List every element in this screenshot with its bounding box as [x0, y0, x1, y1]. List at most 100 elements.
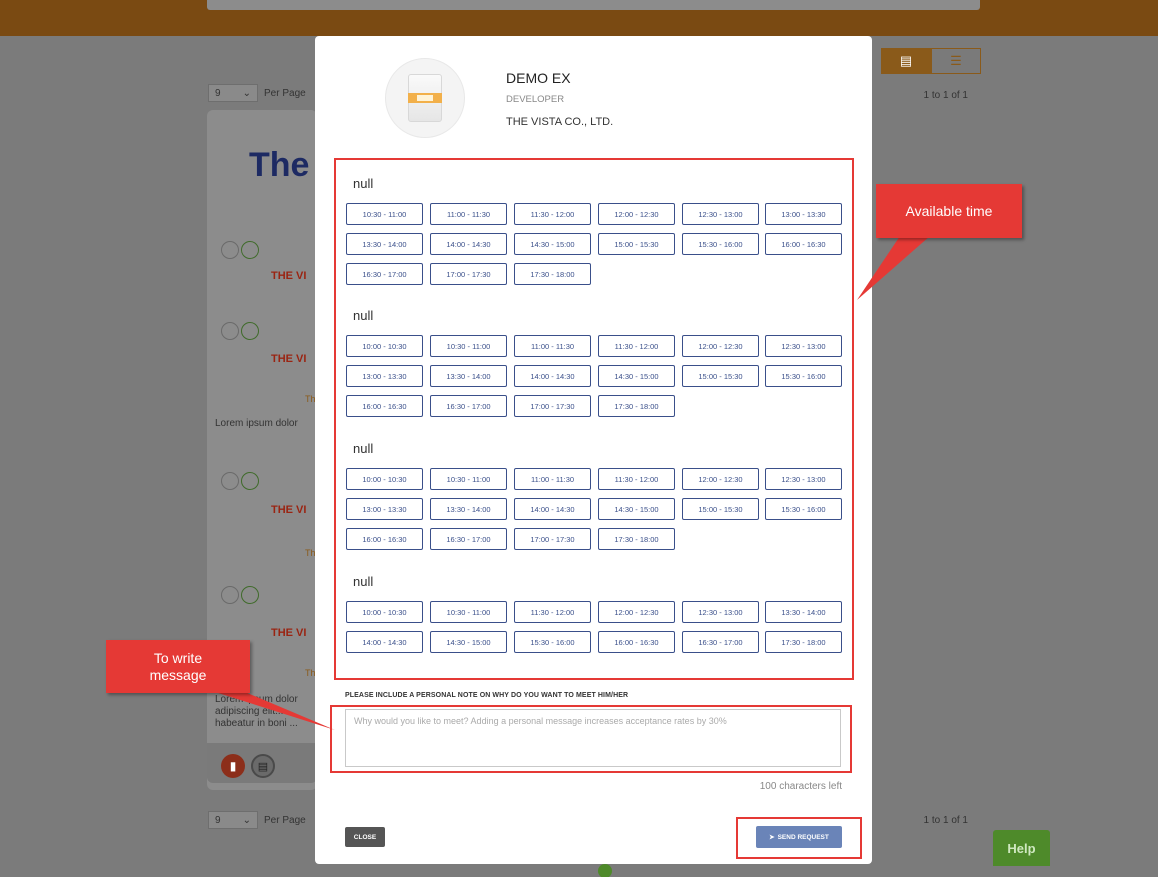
- per-page-select[interactable]: 9 ⌄: [208, 84, 258, 102]
- time-slot-button[interactable]: 16:00 - 16:30: [765, 233, 842, 255]
- chevron-down-icon: ⌄: [242, 87, 251, 99]
- circle-icon: [221, 322, 239, 340]
- time-slot-button[interactable]: 13:30 - 14:00: [346, 233, 423, 255]
- time-slot-button[interactable]: 15:00 - 15:30: [682, 498, 759, 520]
- profile-company: THE VISTA CO., LTD.: [506, 116, 614, 128]
- time-slot-button[interactable]: 12:00 - 12:30: [682, 468, 759, 490]
- description-text: Lorem ipsum dolor: [215, 418, 298, 429]
- product-pack-icon: [408, 74, 442, 122]
- page-count-top: 1 to 1 of 1: [923, 90, 968, 101]
- time-slot-button[interactable]: 16:30 - 17:00: [346, 263, 423, 285]
- characters-left: 100 characters left: [759, 781, 842, 792]
- company-name: THE VI: [271, 353, 307, 365]
- time-slot-button[interactable]: 12:00 - 12:30: [598, 203, 675, 225]
- profile-name: DEMO EX: [506, 70, 571, 86]
- check-circle-icon: [241, 241, 259, 259]
- time-slot-button[interactable]: 15:30 - 16:00: [514, 631, 591, 653]
- check-circle-icon: [241, 322, 259, 340]
- circle-icon: [221, 586, 239, 604]
- time-slot-button[interactable]: 16:30 - 17:00: [682, 631, 759, 653]
- time-slot-button[interactable]: 17:30 - 18:00: [765, 631, 842, 653]
- card-view-icon[interactable]: ▤: [881, 48, 931, 74]
- meeting-request-modal: DEMO EX DEVELOPER THE VISTA CO., LTD. nu…: [315, 36, 872, 864]
- time-slot-button[interactable]: 14:00 - 14:30: [430, 233, 507, 255]
- send-request-button[interactable]: ➤ SEND REQUEST: [756, 826, 842, 848]
- time-slot-button[interactable]: 12:30 - 13:00: [682, 203, 759, 225]
- time-slot-button[interactable]: 14:30 - 15:00: [514, 233, 591, 255]
- time-slot-button[interactable]: 11:00 - 11:30: [514, 468, 591, 490]
- time-slot-button[interactable]: 11:00 - 11:30: [514, 335, 591, 357]
- time-slot-button[interactable]: 17:30 - 18:00: [598, 395, 675, 417]
- time-slot-button[interactable]: 11:00 - 11:30: [430, 203, 507, 225]
- time-slot-button[interactable]: 10:30 - 11:00: [430, 468, 507, 490]
- time-slot-button[interactable]: 15:30 - 16:00: [682, 233, 759, 255]
- time-slot-button[interactable]: 14:30 - 15:00: [598, 365, 675, 387]
- time-slot-button[interactable]: 17:00 - 17:30: [514, 395, 591, 417]
- time-slot-button[interactable]: 15:00 - 15:30: [598, 233, 675, 255]
- bookmark-icon[interactable]: ▮: [221, 754, 245, 778]
- time-slot-button[interactable]: 10:30 - 11:00: [430, 335, 507, 357]
- time-slot-button[interactable]: 15:30 - 16:00: [765, 498, 842, 520]
- time-slot-button[interactable]: 13:00 - 13:30: [765, 203, 842, 225]
- time-slot-button[interactable]: 13:00 - 13:30: [346, 365, 423, 387]
- scroll-indicator[interactable]: [598, 864, 612, 877]
- time-slot-button[interactable]: 10:30 - 11:00: [346, 203, 423, 225]
- description-text: Lorem ipsum dolor adipiscing elit... hab…: [215, 694, 298, 729]
- time-slot-button[interactable]: 16:30 - 17:00: [430, 528, 507, 550]
- small-text: Th: [305, 668, 316, 678]
- available-time-callout: Available time: [876, 184, 1022, 238]
- time-slot-button[interactable]: 16:30 - 17:00: [430, 395, 507, 417]
- time-slot-button[interactable]: 12:00 - 12:30: [598, 601, 675, 623]
- time-slot-button[interactable]: 13:30 - 14:00: [430, 498, 507, 520]
- top-search-bar: [207, 0, 980, 10]
- book-icon[interactable]: ▤: [251, 754, 275, 778]
- time-slot-button[interactable]: 17:30 - 18:00: [514, 263, 591, 285]
- view-toggle[interactable]: ▤ ☰: [881, 48, 981, 74]
- chevron-down-icon: ⌄: [242, 814, 251, 826]
- time-slot-button[interactable]: 11:30 - 12:00: [598, 335, 675, 357]
- time-slot-button[interactable]: 16:00 - 16:30: [346, 528, 423, 550]
- time-slot-button[interactable]: 14:30 - 15:00: [430, 631, 507, 653]
- time-slot-button[interactable]: 17:30 - 18:00: [598, 528, 675, 550]
- time-slot-button[interactable]: 12:30 - 13:00: [765, 468, 842, 490]
- schedule-day-title: null: [353, 176, 374, 191]
- time-slot-button[interactable]: 11:30 - 12:00: [598, 468, 675, 490]
- personal-note-input[interactable]: [345, 709, 841, 767]
- time-slot-button[interactable]: 12:30 - 13:00: [682, 601, 759, 623]
- per-page-selector-bottom[interactable]: 9 ⌄ Per Page: [208, 811, 306, 829]
- time-slot-button[interactable]: 17:00 - 17:30: [514, 528, 591, 550]
- time-slot-button[interactable]: 10:00 - 10:30: [346, 468, 423, 490]
- company-name: THE VI: [271, 270, 307, 282]
- per-page-value: 9: [215, 814, 221, 826]
- time-slot-button[interactable]: 11:30 - 12:00: [514, 601, 591, 623]
- time-slot-button[interactable]: 10:00 - 10:30: [346, 335, 423, 357]
- schedule-day-title: null: [353, 574, 374, 589]
- time-slot-button[interactable]: 12:00 - 12:30: [682, 335, 759, 357]
- close-label: CLOSE: [353, 833, 377, 841]
- time-slot-button[interactable]: 10:30 - 11:00: [430, 601, 507, 623]
- close-button[interactable]: CLOSE: [345, 827, 385, 847]
- time-slot-button[interactable]: 16:00 - 16:30: [346, 395, 423, 417]
- time-slot-button[interactable]: 11:30 - 12:00: [514, 203, 591, 225]
- small-text: Th: [305, 548, 316, 558]
- list-view-icon[interactable]: ☰: [931, 48, 981, 74]
- time-slot-button[interactable]: 12:30 - 13:00: [765, 335, 842, 357]
- time-slot-button[interactable]: 16:00 - 16:30: [598, 631, 675, 653]
- time-slot-button[interactable]: 14:00 - 14:30: [514, 365, 591, 387]
- time-slot-button[interactable]: 17:00 - 17:30: [430, 263, 507, 285]
- time-slot-button[interactable]: 13:00 - 13:30: [346, 498, 423, 520]
- help-button[interactable]: Help: [993, 830, 1050, 866]
- time-slot-button[interactable]: 10:00 - 10:30: [346, 601, 423, 623]
- circle-icon: [221, 472, 239, 490]
- per-page-selector-top[interactable]: 9 ⌄ Per Page: [208, 84, 306, 102]
- note-label: PLEASE INCLUDE A PERSONAL NOTE ON WHY DO…: [345, 692, 629, 699]
- time-slot-button[interactable]: 14:00 - 14:30: [346, 631, 423, 653]
- time-slot-button[interactable]: 14:30 - 15:00: [598, 498, 675, 520]
- per-page-select[interactable]: 9 ⌄: [208, 811, 258, 829]
- time-slot-button[interactable]: 13:30 - 14:00: [765, 601, 842, 623]
- time-slot-button[interactable]: 15:00 - 15:30: [682, 365, 759, 387]
- time-slot-button[interactable]: 14:00 - 14:30: [514, 498, 591, 520]
- time-slot-button[interactable]: 13:30 - 14:00: [430, 365, 507, 387]
- time-slot-button[interactable]: 15:30 - 16:00: [765, 365, 842, 387]
- check-circle-icon: [241, 586, 259, 604]
